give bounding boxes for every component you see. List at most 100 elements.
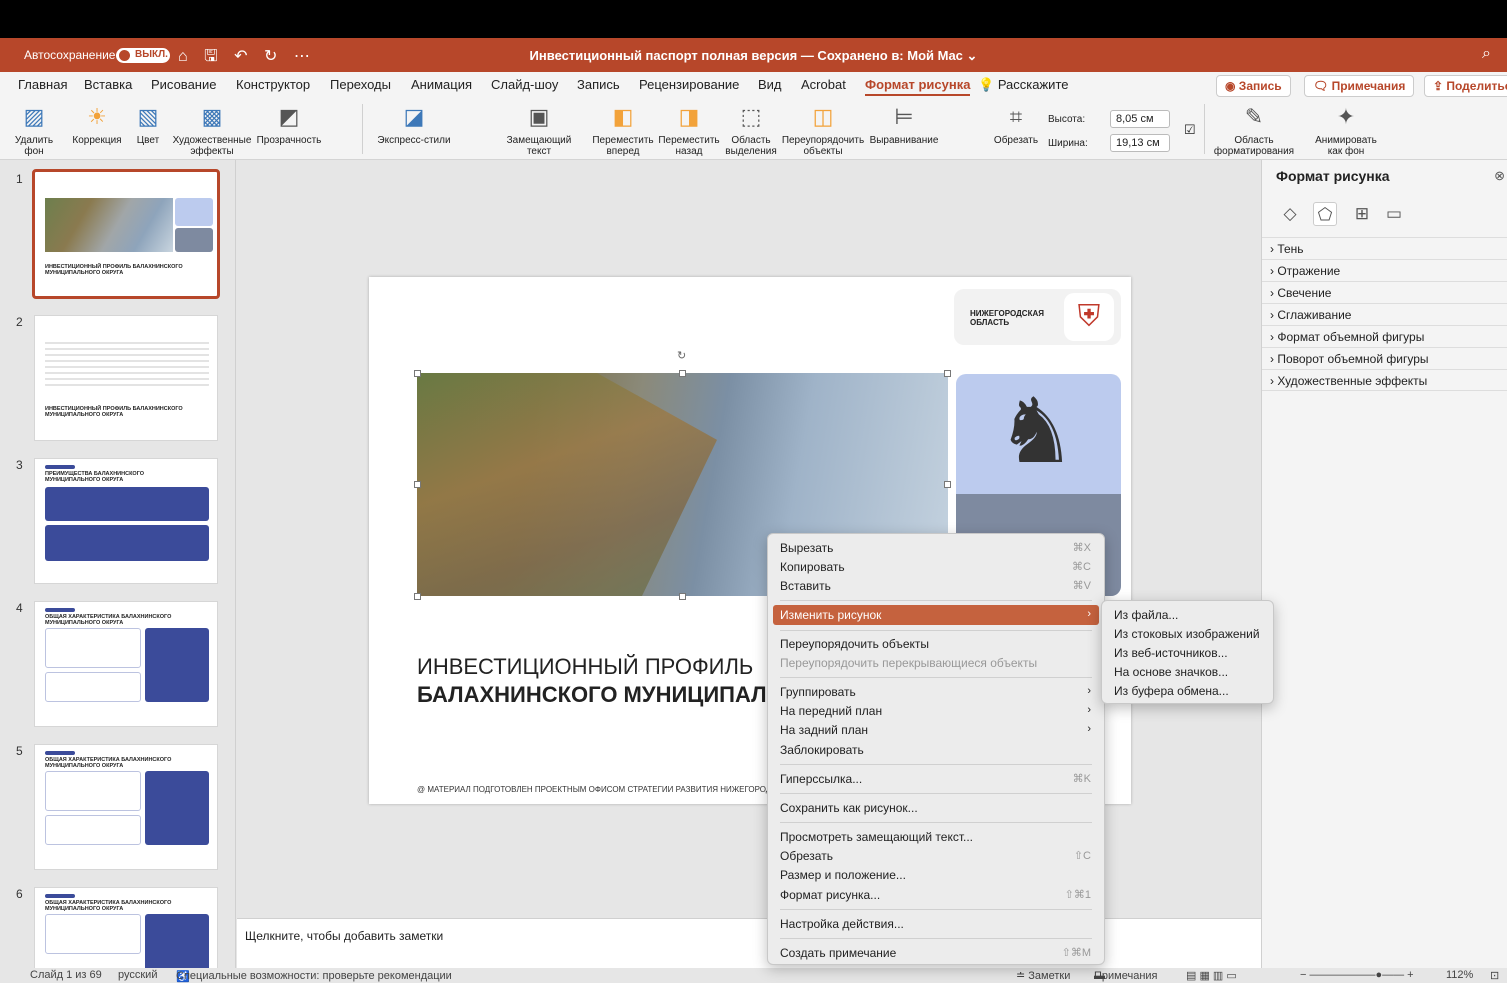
search-icon[interactable]: ⌕ bbox=[1482, 45, 1491, 63]
align-button[interactable]: ⊨ Выравнивание bbox=[868, 102, 940, 146]
menu-item-reorder-objects[interactable]: Переупорядочить объекты bbox=[773, 634, 1099, 654]
menu-item-crop[interactable]: Обрезать ⇧C bbox=[773, 846, 1099, 866]
menu-item-copy[interactable]: Копировать ⌘C bbox=[773, 557, 1099, 577]
tab-home[interactable]: Главная bbox=[18, 77, 67, 92]
submenu-from-file[interactable]: Из файла... bbox=[1107, 605, 1269, 625]
menu-item-new-comment[interactable]: Создать примечание ⇧⌘M bbox=[773, 943, 1099, 963]
menu-item-view-alt-text[interactable]: Просмотреть замещающий текст... bbox=[773, 827, 1099, 847]
section-reflection[interactable]: › Отражение bbox=[1262, 259, 1507, 281]
correction-button[interactable]: ☀ Коррекция bbox=[68, 102, 126, 146]
status-bar: Слайд 1 из 69 русский ♿ Специальные возм… bbox=[0, 968, 1507, 983]
animate-as-background-button[interactable]: ✦ Анимировать как фон bbox=[1310, 102, 1382, 157]
tab-animations[interactable]: Анимация bbox=[411, 77, 472, 92]
submenu-from-icons[interactable]: На основе значков... bbox=[1107, 662, 1269, 682]
slide-thumbnail[interactable]: ОБЩАЯ ХАРАКТЕРИСТИКА БАЛАХНИНСКОГО МУНИЦ… bbox=[34, 887, 218, 968]
slide-thumbnail[interactable]: ОБЩАЯ ХАРАКТЕРИСТИКА БАЛАХНИНСКОГО МУНИЦ… bbox=[34, 744, 218, 870]
fill-line-icon[interactable]: ◇ bbox=[1278, 202, 1302, 226]
tab-review[interactable]: Рецензирование bbox=[639, 77, 739, 92]
tab-acrobat[interactable]: Acrobat bbox=[801, 77, 846, 92]
close-icon[interactable]: ⊗ bbox=[1494, 168, 1505, 184]
format-pane-button[interactable]: ✎ Область форматирования bbox=[1206, 102, 1302, 157]
slide-thumbnail[interactable]: ОБЩАЯ ХАРАКТЕРИСТИКА БАЛАХНИНСКОГО МУНИЦ… bbox=[34, 601, 218, 727]
region-badge[interactable]: НИЖЕГОРОДСКАЯ ОБЛАСТЬ ⛨ bbox=[954, 289, 1121, 345]
lock-aspect-checkbox[interactable]: ☑ bbox=[1184, 122, 1196, 138]
share-button[interactable]: ⇪ Поделиться bbox=[1424, 75, 1507, 97]
picture-icon[interactable]: ▭ bbox=[1382, 202, 1406, 226]
artistic-effects-icon: ▩ bbox=[201, 104, 223, 129]
transparency-button[interactable]: ◩ Прозрачность bbox=[256, 102, 322, 146]
section-glow[interactable]: › Свечение bbox=[1262, 281, 1507, 303]
menu-item-bring-to-front[interactable]: На передний план › bbox=[773, 701, 1099, 721]
menu-item-hyperlink[interactable]: Гиперссылка... ⌘K bbox=[773, 769, 1099, 789]
language[interactable]: русский bbox=[118, 969, 157, 981]
color-button[interactable]: ▧ Цвет bbox=[130, 102, 166, 146]
crop-button[interactable]: ⌗ Обрезать bbox=[990, 102, 1042, 146]
bring-forward-button[interactable]: ◧ Переместить вперед bbox=[590, 102, 656, 157]
send-backward-button[interactable]: ◨ Переместить назад bbox=[656, 102, 722, 157]
transparency-icon: ◩ bbox=[278, 104, 300, 129]
tab-design[interactable]: Конструктор bbox=[236, 77, 310, 92]
menu-item-action-settings[interactable]: Настройка действия... bbox=[773, 914, 1099, 934]
resize-handle[interactable] bbox=[414, 593, 421, 600]
slide-title-line2[interactable]: БАЛАХНИНСКОГО МУНИЦИПАЛЬНОГО ОКРУГА bbox=[417, 682, 767, 708]
resize-handle[interactable] bbox=[414, 481, 421, 488]
tab-transitions[interactable]: Переходы bbox=[330, 77, 391, 92]
menu-item-cut[interactable]: Вырезать ⌘X bbox=[773, 538, 1099, 558]
section-artistic-effects[interactable]: › Художественные эффекты bbox=[1262, 369, 1507, 391]
submenu-from-clipboard[interactable]: Из буфера обмена... bbox=[1107, 681, 1269, 701]
tab-insert[interactable]: Вставка bbox=[84, 77, 132, 92]
tab-view[interactable]: Вид bbox=[758, 77, 782, 92]
width-input[interactable]: 19,13 см bbox=[1110, 134, 1170, 152]
slide-footer[interactable]: @ МАТЕРИАЛ ПОДГОТОВЛЕН ПРОЕКТНЫМ ОФИСОМ … bbox=[417, 785, 767, 794]
tab-slideshow[interactable]: Слайд-шоу bbox=[491, 77, 558, 92]
menu-item-size-position[interactable]: Размер и положение... bbox=[773, 865, 1099, 885]
section-shadow[interactable]: › Тень bbox=[1262, 237, 1507, 259]
tab-picture-format[interactable]: Формат рисунка bbox=[865, 77, 971, 96]
submenu-from-stock[interactable]: Из стоковых изображений bbox=[1107, 624, 1269, 644]
menu-item-send-to-back[interactable]: На задний план › bbox=[773, 720, 1099, 740]
thumbnail-title: ИНВЕСТИЦИОННЫЙ ПРОФИЛЬ БАЛАХНИНСКОГО МУН… bbox=[45, 406, 183, 418]
slide-thumbnail[interactable]: ИНВЕСТИЦИОННЫЙ ПРОФИЛЬ БАЛАХНИНСКОГО МУН… bbox=[32, 169, 220, 299]
slide-counter: Слайд 1 из 69 bbox=[30, 969, 102, 981]
resize-handle[interactable] bbox=[679, 593, 686, 600]
rotate-handle-icon[interactable]: ↻ bbox=[677, 349, 686, 362]
view-buttons[interactable]: ▤ ▦ ▥ ▭ bbox=[1186, 969, 1237, 982]
resize-handle[interactable] bbox=[679, 370, 686, 377]
quick-styles-button[interactable]: ◪ Экспресс-стили bbox=[372, 102, 456, 146]
menu-item-group[interactable]: Группировать › bbox=[773, 682, 1099, 702]
slide-thumbnail[interactable]: ИНВЕСТИЦИОННЫЙ ПРОФИЛЬ БАЛАХНИНСКОГО МУН… bbox=[34, 315, 218, 441]
menu-item-save-as-picture[interactable]: Сохранить как рисунок... bbox=[773, 798, 1099, 818]
notes-toggle[interactable]: ≐ Заметки bbox=[1016, 969, 1070, 982]
selection-pane-button[interactable]: ⬚ Область выделения bbox=[724, 102, 778, 157]
resize-handle[interactable] bbox=[414, 370, 421, 377]
zoom-level[interactable]: 112% bbox=[1446, 969, 1473, 981]
tab-record[interactable]: Запись bbox=[577, 77, 620, 92]
submenu-from-online[interactable]: Из веб-источников... bbox=[1107, 643, 1269, 663]
section-3d-rotation[interactable]: › Поворот объемной фигуры bbox=[1262, 347, 1507, 369]
zoom-slider[interactable]: − ——————●—— + bbox=[1300, 969, 1414, 981]
tab-tell-me[interactable]: 💡 Расскажите bbox=[978, 77, 1068, 93]
height-input[interactable]: 8,05 см bbox=[1110, 110, 1170, 128]
reorder-objects-button[interactable]: ◫ Переупорядочить объекты bbox=[780, 102, 866, 157]
tab-draw[interactable]: Рисование bbox=[151, 77, 216, 92]
resize-handle[interactable] bbox=[944, 370, 951, 377]
comments-button[interactable]: 🗨 Примечания bbox=[1304, 75, 1415, 97]
notes-area[interactable]: Щелкните, чтобы добавить заметки bbox=[237, 918, 1261, 968]
menu-item-lock[interactable]: Заблокировать bbox=[773, 740, 1099, 760]
section-soft-edges[interactable]: › Сглаживание bbox=[1262, 303, 1507, 325]
size-properties-icon[interactable]: ⊞ bbox=[1350, 202, 1374, 226]
remove-background-button[interactable]: ▨ Удалить фон bbox=[14, 102, 54, 157]
artistic-effects-button[interactable]: ▩ Художественные эффекты bbox=[170, 102, 254, 157]
effects-icon[interactable]: ⬠ bbox=[1313, 202, 1337, 226]
menu-item-paste[interactable]: Вставить ⌘V bbox=[773, 576, 1099, 596]
slide-thumbnail[interactable]: ПРЕИМУЩЕСТВА БАЛАХНИНСКОГО МУНИЦИПАЛЬНОГ… bbox=[34, 458, 218, 584]
menu-item-format-picture[interactable]: Формат рисунка... ⇧⌘1 bbox=[773, 885, 1099, 905]
slide-title-line1[interactable]: ИНВЕСТИЦИОННЫЙ ПРОФИЛЬ bbox=[417, 654, 767, 680]
section-3d-format[interactable]: › Формат объемной фигуры bbox=[1262, 325, 1507, 347]
menu-item-change-picture[interactable]: Изменить рисунок › bbox=[773, 605, 1099, 625]
resize-handle[interactable] bbox=[944, 481, 951, 488]
document-title[interactable]: Инвестиционный паспорт полная версия — С… bbox=[0, 48, 1507, 64]
alt-text-button[interactable]: ▣ Замещающий текст bbox=[504, 102, 574, 157]
record-button[interactable]: ◉ Запись bbox=[1216, 75, 1291, 97]
fit-slide-icon[interactable]: ⊡ bbox=[1490, 969, 1499, 982]
